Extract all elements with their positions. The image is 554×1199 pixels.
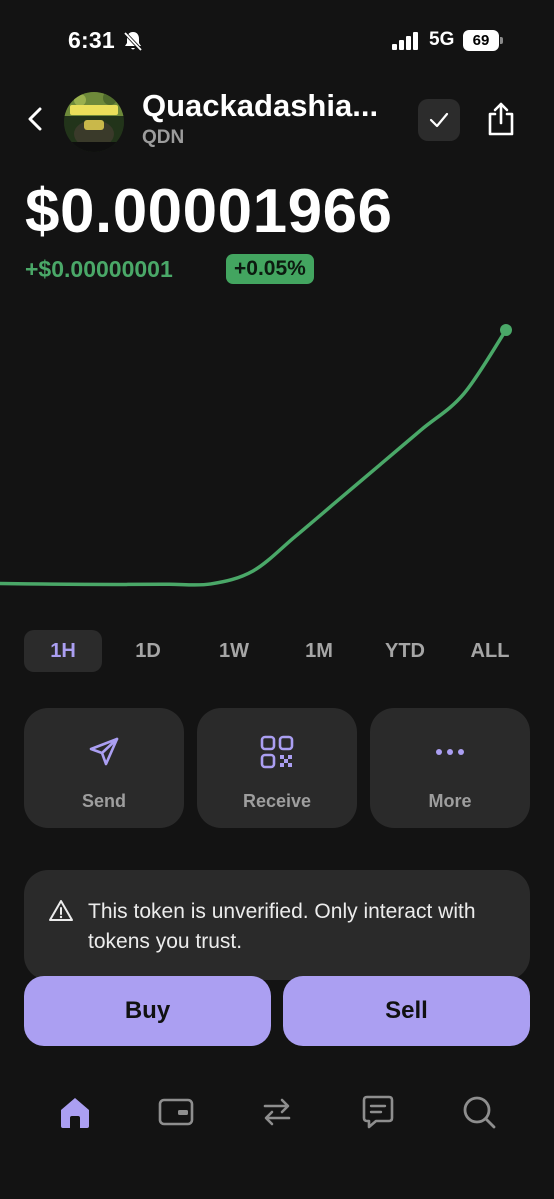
token-avatar xyxy=(64,92,124,152)
token-price: $0.00001966 xyxy=(25,177,393,246)
price-line xyxy=(0,328,508,587)
search-icon[interactable] xyxy=(459,1092,499,1132)
buy-button[interactable]: Buy xyxy=(24,976,271,1046)
token-name: Quackadashia... xyxy=(142,88,379,123)
time-tab-1w[interactable]: 1W xyxy=(195,630,273,672)
more-label: More xyxy=(428,791,472,811)
status-time: 6:31 xyxy=(68,27,115,53)
time-tab-ytd[interactable]: YTD xyxy=(366,630,444,672)
network-type: 5G xyxy=(429,29,455,50)
back-chevron-icon[interactable] xyxy=(22,104,50,134)
sell-button[interactable]: Sell xyxy=(283,976,530,1046)
battery-icon: 69 xyxy=(463,30,503,51)
warning-text: This token is unverified. Only interact … xyxy=(88,900,476,953)
qr-code-icon xyxy=(260,735,294,769)
time-tab-1h[interactable]: 1H xyxy=(24,630,102,672)
swap-arrows-icon[interactable] xyxy=(257,1092,297,1132)
time-tab-1m[interactable]: 1M xyxy=(280,630,358,672)
wallet-card-icon[interactable] xyxy=(156,1092,196,1132)
send-label: Send xyxy=(81,791,126,811)
share-icon xyxy=(488,102,514,136)
time-range-tabs: 1H 1D 1W 1M YTD ALL xyxy=(24,630,530,672)
chat-icon[interactable] xyxy=(358,1092,398,1132)
home-icon[interactable] xyxy=(55,1092,95,1132)
price-chart[interactable] xyxy=(0,300,554,620)
warning-triangle-icon xyxy=(49,900,73,921)
send-icon xyxy=(89,737,119,766)
unverified-token-warning: This token is unverified. Only interact … xyxy=(24,870,530,980)
bell-muted-icon xyxy=(123,31,143,52)
checkmark-icon xyxy=(429,112,449,128)
time-tab-1d[interactable]: 1D xyxy=(109,630,187,672)
token-symbol: QDN xyxy=(142,127,185,148)
more-dots-icon xyxy=(436,749,464,755)
token-logo-image xyxy=(64,92,124,152)
watchlist-check-button[interactable] xyxy=(418,99,460,141)
signal-bars-icon xyxy=(392,32,418,50)
bottom-navigation xyxy=(0,1076,554,1156)
status-bar: 6:31 5G 69 xyxy=(0,0,554,84)
receive-label: Receive xyxy=(242,791,312,811)
time-tab-all[interactable]: ALL xyxy=(451,630,529,672)
price-change-percent-badge: +0.05% xyxy=(226,254,314,284)
battery-level: 69 xyxy=(463,30,499,51)
price-change-absolute: +$0.00000001 xyxy=(25,256,173,282)
more-button[interactable]: More xyxy=(370,708,530,828)
latest-price-point xyxy=(500,324,512,336)
share-button[interactable] xyxy=(481,97,521,141)
receive-button[interactable]: Receive xyxy=(197,708,357,828)
send-button[interactable]: Send xyxy=(24,708,184,828)
